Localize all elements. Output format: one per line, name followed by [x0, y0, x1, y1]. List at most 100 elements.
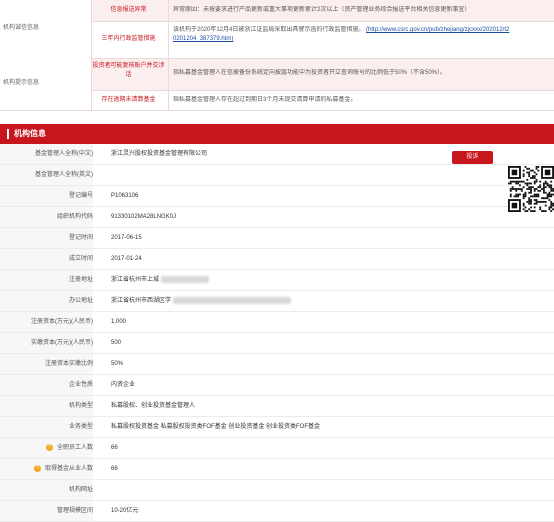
- info-row-value-text: 内资企业: [111, 382, 136, 388]
- info-row-label-text: 业务类型: [68, 424, 93, 430]
- info-row-label: 企业性质: [0, 375, 93, 395]
- info-row-label-text: 基金管理人全称(中文): [35, 151, 93, 157]
- info-row-value-text: 91330102MA28LNGK0J: [111, 214, 177, 220]
- info-row-value: 91330102MA28LNGK0J: [111, 207, 176, 227]
- info-row: 基金管理人全称(英文): [0, 165, 554, 186]
- info-row-label: 基金管理人全称(英文): [0, 165, 93, 185]
- info-row-label: ? 全职员工人数: [0, 438, 93, 458]
- supervision-link[interactable]: (http://www.csrc.gov.cn/pub/zhejiang/zjc…: [366, 27, 509, 33]
- info-row: 注册资本实缴比例 50%: [0, 354, 554, 375]
- info-row-label: ? 取得基金从业人数: [0, 459, 93, 479]
- info-row-label: 管理规模区间: [0, 501, 93, 521]
- question-circle-icon[interactable]: ?: [33, 464, 41, 472]
- qr-code-icon: [508, 166, 554, 212]
- info-row: 登记时间 2017-06-15: [0, 228, 554, 249]
- info-row-value: 浙江灵兴股权投资基金管理有限公司: [111, 144, 207, 164]
- info-row-label: 注册地址: [0, 270, 93, 290]
- info-row: ? 取得基金从业人数 66: [0, 459, 554, 480]
- info-row-value-text: 10-20亿元: [111, 508, 139, 514]
- info-row-label: 机构网址: [0, 480, 93, 500]
- info-row-label-text: 组织机构代码: [56, 214, 93, 220]
- info-row-value: 66: [111, 438, 118, 458]
- info-row-label: 登记编号: [0, 186, 93, 206]
- supervision-text: 该机构于2020年12月4日被浙江证监局采取出具警示函的行政监管措施。: [173, 27, 365, 33]
- integrity-label-overdue-fund: 存在逾期未清算基金: [101, 97, 156, 103]
- info-row: ? 全职员工人数 66: [0, 438, 554, 459]
- info-row-value-text: 66: [111, 466, 118, 472]
- info-row-label: 办公地址: [0, 291, 93, 311]
- info-row-value: 2017-01-24: [111, 249, 142, 269]
- info-row-value: 66: [111, 459, 118, 479]
- info-row: 注册地址 浙江省杭州市上城: [0, 270, 554, 291]
- supervision-link-cont[interactable]: 0201204_387379.htm): [173, 36, 233, 42]
- info-row: 机构网址: [0, 480, 554, 501]
- info-row: 业务类型 私募股权投资基金 私募股权投资类FOF基金 创业投资基金 创业投资类FO…: [0, 417, 554, 438]
- info-row: 组织机构代码 91330102MA28LNGK0J: [0, 207, 554, 228]
- info-row-value: 内资企业: [111, 375, 135, 395]
- info-row-label: 实缴资本(万元)(人民币): [0, 333, 93, 353]
- info-row-label-text: 基金管理人全称(英文): [35, 172, 93, 178]
- info-row-label-text: 全职员工人数: [56, 445, 93, 451]
- info-row-label-text: 登记编号: [68, 193, 93, 199]
- info-row-value-text: 浙江省杭州市西湖区学: [111, 298, 172, 304]
- info-row-label-text: 企业性质: [68, 382, 93, 388]
- section-header: 机构信息: [0, 124, 554, 144]
- info-row-value: 私募股权、创业投资基金管理人: [111, 396, 195, 416]
- info-row-value-text: 2017-01-24: [111, 256, 142, 262]
- group-label-integrity: 机构诚信信息: [3, 25, 40, 31]
- info-row-value-text: 2017-06-15: [111, 235, 142, 241]
- info-row-value: 1,000: [111, 312, 126, 332]
- info-row: 成立时间 2017-01-24: [0, 249, 554, 270]
- info-row-value: 浙江省杭州市上城: [111, 270, 210, 290]
- integrity-content-supervision: 该机构于2020年12月4日被浙江证监局采取出具警示函的行政监管措施。 (htt…: [173, 26, 554, 44]
- redacted-text: [161, 275, 210, 283]
- info-row-label-text: 成立时间: [68, 256, 93, 262]
- info-row-value-text: 1,000: [111, 319, 127, 325]
- info-row-value-text: 50%: [111, 361, 124, 367]
- integrity-label-report-abnormal: 信息报送异常: [110, 7, 147, 13]
- info-row-label-text: 登记时间: [68, 235, 93, 241]
- info-row: 实缴资本(万元)(人民币) 500: [0, 333, 554, 354]
- info-row-value-text: 浙江灵兴股权投资基金管理有限公司: [111, 151, 208, 157]
- info-row: 管理规模区间 10-20亿元: [0, 501, 554, 522]
- info-row-label: 业务类型: [0, 417, 93, 437]
- info-row-label-text: 办公地址: [68, 298, 93, 304]
- info-row-label: 注册资本实缴比例: [0, 354, 93, 374]
- info-row-value-text: 私募股权投资基金 私募股权投资类FOF基金 创业投资基金 创业投资类FOF基金: [111, 424, 320, 430]
- info-row-label-text: 机构网址: [68, 487, 93, 493]
- info-row-label-text: 注册地址: [68, 277, 93, 283]
- info-row: 注册资本(万元)(人民币) 1,000: [0, 312, 554, 333]
- redacted-text: [173, 296, 292, 304]
- info-row-value-text: P1063106: [111, 193, 139, 199]
- info-row-label: 登记时间: [0, 228, 93, 248]
- info-row: 登记编号 P1063106: [0, 186, 554, 207]
- info-row-value: 10-20亿元: [111, 501, 138, 521]
- info-row-label-text: 管理规模区间: [56, 508, 93, 514]
- info-row: 企业性质 内资企业: [0, 375, 554, 396]
- section-title: 机构信息: [14, 129, 46, 138]
- integrity-label-supervision: 三年内行政监管措施: [101, 36, 156, 42]
- info-row-value: P1063106: [111, 186, 138, 206]
- info-row-label-text: 注册资本(万元)(人民币): [31, 319, 93, 325]
- info-row-label: 注册资本(万元)(人民币): [0, 312, 93, 332]
- info-row-label: 组织机构代码: [0, 207, 93, 227]
- section-marker: [7, 129, 9, 139]
- group-label-hints: 机构提示信息: [3, 80, 40, 86]
- report-button[interactable]: 投诉: [452, 151, 493, 164]
- integrity-content-report-abnormal: 异常原因：未按要求进行产品更新或重大事项更新累计2次以上（资产管理业务综合报送平…: [173, 7, 471, 13]
- info-row-value: 私募股权投资基金 私募股权投资类FOF基金 创业投资基金 创业投资类FOF基金: [111, 417, 320, 437]
- info-row-label: 成立时间: [0, 249, 93, 269]
- info-row-value-text: 浙江省杭州市上城: [111, 277, 160, 283]
- integrity-content-overdue-fund: 指私募基金管理人存在超过到期日3个月未提交清算申请的私募基金。: [173, 97, 357, 103]
- integrity-label-investor-account: 投资者可能复核账户并交涉话: [92, 63, 165, 78]
- info-row-label-text: 实缴资本(万元)(人民币): [31, 340, 93, 346]
- info-row-value-text: 500: [111, 340, 122, 346]
- info-row-value-text: 66: [111, 445, 118, 451]
- info-row-value: 浙江省杭州市西湖区学: [111, 291, 292, 311]
- info-row-label-text: 注册资本实缴比例: [44, 361, 93, 367]
- question-circle-icon[interactable]: ?: [45, 443, 53, 451]
- info-row-label-text: 机构类型: [68, 403, 93, 409]
- info-row-label: 机构类型: [0, 396, 93, 416]
- info-row: 办公地址 浙江省杭州市西湖区学: [0, 291, 554, 312]
- info-row-label-text: 取得基金从业人数: [44, 466, 93, 472]
